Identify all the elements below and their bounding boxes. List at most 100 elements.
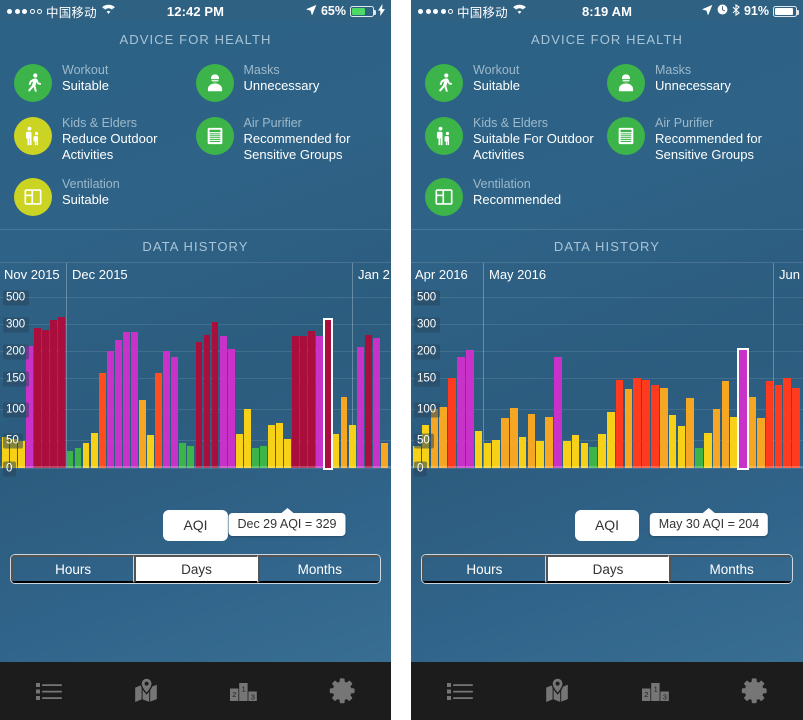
advice-item: Masks Unnecessary — [195, 62, 378, 102]
chart-bar[interactable] — [624, 389, 633, 468]
segment-days[interactable]: Days — [545, 555, 670, 583]
chart-bar[interactable] — [324, 320, 332, 468]
segment-months[interactable]: Months — [257, 555, 380, 583]
chart-bar[interactable] — [448, 378, 456, 468]
chart-bar[interactable] — [187, 445, 195, 468]
chart-bar[interactable] — [686, 398, 694, 468]
chart-bar[interactable] — [243, 409, 251, 468]
chart-bar[interactable] — [580, 442, 589, 468]
chart-bar[interactable] — [677, 426, 686, 468]
chart-bar[interactable] — [651, 384, 659, 468]
chart-bar[interactable] — [483, 442, 492, 468]
chart-bar[interactable] — [284, 438, 292, 468]
chart-bar[interactable] — [642, 379, 650, 468]
chart-bar[interactable] — [114, 340, 122, 468]
chart-bar[interactable] — [122, 332, 130, 468]
chart-bar[interactable] — [439, 407, 448, 468]
chart-bar[interactable] — [704, 432, 712, 468]
chart-bar[interactable] — [348, 424, 356, 468]
chart-bar[interactable] — [131, 332, 138, 468]
chart-bar[interactable] — [82, 442, 90, 468]
advice-header: ADVICE FOR HEALTH — [530, 32, 684, 47]
chart-bar[interactable] — [300, 336, 308, 468]
chart-bar[interactable] — [163, 351, 171, 468]
chart-bar[interactable] — [756, 418, 765, 468]
chart-bar[interactable] — [501, 418, 509, 468]
segment-days[interactable]: Days — [134, 555, 258, 583]
chart-bar[interactable] — [633, 378, 642, 468]
chart-bar[interactable] — [171, 356, 179, 468]
chart-bar[interactable] — [615, 379, 624, 468]
chart-bar[interactable] — [98, 372, 106, 468]
chart-bar[interactable] — [106, 351, 114, 468]
chart-bar[interactable] — [147, 435, 154, 468]
chart-controls: AQI Hours Days Months — [0, 494, 391, 584]
tab-ranking-chart[interactable]: 213 — [196, 678, 294, 704]
chart-bar[interactable] — [308, 330, 316, 468]
chart-bar[interactable] — [721, 381, 730, 468]
chart-bar[interactable] — [712, 409, 721, 468]
chart-bar[interactable] — [179, 442, 187, 468]
aqi-button[interactable]: AQI — [163, 510, 228, 541]
tab-map-pin[interactable] — [98, 678, 196, 704]
chart-bar[interactable] — [492, 439, 500, 468]
chart-bar[interactable] — [260, 445, 267, 468]
chart-bar[interactable] — [562, 441, 571, 468]
chart-bar[interactable] — [598, 433, 606, 468]
chart-bar[interactable] — [748, 396, 756, 468]
chart-bar[interactable] — [668, 415, 677, 468]
chart-bar[interactable] — [316, 336, 324, 468]
chart-bar[interactable] — [765, 381, 774, 468]
chart-bar[interactable] — [545, 416, 553, 468]
chart-bar[interactable] — [268, 424, 275, 468]
chart-bar[interactable] — [659, 387, 668, 468]
chart-bar[interactable] — [607, 412, 615, 468]
chart-bar[interactable] — [90, 432, 98, 468]
segment-hours[interactable]: Hours — [422, 555, 546, 583]
chart-bar[interactable] — [730, 416, 739, 468]
chart-bar[interactable] — [332, 433, 340, 468]
chart-bar[interactable] — [774, 384, 783, 468]
chart-bar[interactable] — [465, 349, 474, 468]
chart-bar[interactable] — [50, 320, 58, 468]
chart-bar[interactable] — [372, 337, 380, 468]
segment-months[interactable]: Months — [669, 555, 792, 583]
aqi-button[interactable]: AQI — [574, 510, 640, 541]
chart-bar[interactable] — [457, 356, 465, 468]
chart-bar[interactable] — [58, 317, 66, 468]
chart-bar[interactable] — [235, 433, 243, 468]
chart-bar[interactable] — [380, 442, 388, 468]
chart-bar[interactable] — [536, 441, 545, 468]
chart-bar[interactable] — [356, 347, 364, 468]
tab-map-pin[interactable] — [509, 678, 607, 704]
chart-bar[interactable] — [364, 334, 372, 468]
chart-bar[interactable] — [227, 348, 235, 468]
chart-bar[interactable] — [518, 436, 527, 468]
chart-bar[interactable] — [783, 378, 791, 468]
chart-bar[interactable] — [34, 328, 42, 468]
segment-hours[interactable]: Hours — [11, 555, 135, 583]
tab-list[interactable] — [411, 680, 509, 702]
tab-list[interactable] — [0, 680, 98, 702]
chart-bar[interactable] — [510, 407, 518, 468]
chart-bar[interactable] — [474, 430, 483, 468]
chart-bar[interactable] — [554, 356, 562, 468]
chart-bar[interactable] — [276, 422, 283, 468]
tab-gear[interactable] — [705, 677, 803, 705]
chart-bar[interactable] — [792, 387, 800, 468]
chart-bar[interactable] — [571, 435, 580, 468]
tab-ranking-chart[interactable]: 213 — [607, 678, 705, 704]
chart-bar[interactable] — [42, 329, 50, 468]
chart-bar[interactable] — [219, 336, 227, 468]
chart-bar[interactable] — [589, 446, 597, 468]
chart-bar[interactable] — [139, 399, 146, 468]
chart-bar[interactable] — [211, 322, 219, 468]
chart-bar[interactable] — [155, 372, 163, 468]
chart-bar[interactable] — [203, 334, 211, 468]
tab-gear[interactable] — [293, 677, 391, 705]
chart-bar[interactable] — [739, 350, 747, 468]
chart-bar[interactable] — [292, 335, 300, 468]
chart-bar[interactable] — [195, 341, 203, 468]
chart-bar[interactable] — [527, 414, 536, 468]
chart-bar[interactable] — [340, 396, 348, 468]
